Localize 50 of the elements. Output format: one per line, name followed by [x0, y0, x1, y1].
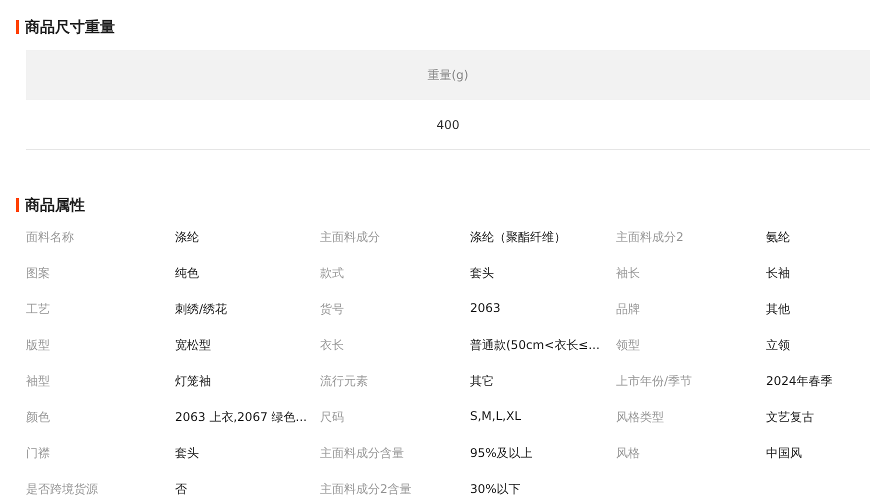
attribute-label: 衣长 [320, 337, 344, 354]
attribute-value: 2024年春季 [766, 373, 833, 390]
attribute-value: 30%以下 [470, 481, 521, 498]
attribute-label: 款式 [320, 265, 344, 282]
attribute-label: 面料名称 [26, 229, 74, 246]
attribute-label: 主面料成分2含量 [320, 481, 412, 498]
attribute-value: 95%及以上 [470, 445, 533, 462]
section-title: 商品尺寸重量 [25, 18, 115, 36]
attribute-label: 主面料成分2 [616, 229, 684, 246]
attribute-value: S,M,L,XL [470, 409, 522, 423]
attribute-value: 套头 [470, 265, 494, 282]
attribute-label: 图案 [26, 265, 50, 282]
attribute-value: 氨纶 [766, 229, 790, 246]
attribute-label: 风格 [616, 445, 640, 462]
attribute-value: 刺绣/绣花 [175, 301, 228, 318]
attribute-label: 颜色 [26, 409, 50, 426]
section-title: 商品属性 [25, 196, 85, 214]
attribute-label: 上市年份/季节 [616, 373, 692, 390]
attribute-value: 宽松型 [175, 337, 211, 354]
attribute-value: 其他 [766, 301, 790, 318]
attribute-value: 涤纶（聚酯纤维） [470, 229, 566, 246]
attribute-label: 主面料成分 [320, 229, 380, 246]
attribute-value: 立领 [766, 337, 790, 354]
attribute-value: 中国风 [766, 445, 802, 462]
attribute-label: 尺码 [320, 409, 344, 426]
attribute-label: 主面料成分含量 [320, 445, 404, 462]
attribute-value: 套头 [175, 445, 199, 462]
attribute-label: 版型 [26, 337, 50, 354]
attribute-value: 否 [175, 481, 187, 498]
table-header-cell: 重量(g) [26, 50, 870, 100]
attribute-label: 品牌 [616, 301, 640, 318]
attribute-value: 纯色 [175, 265, 199, 282]
table-cell: 400 [26, 100, 870, 150]
attribute-value: 其它 [470, 373, 494, 390]
attribute-value: 普通款(50cm<衣长≤... [470, 337, 600, 354]
attribute-value: 灯笼袖 [175, 373, 211, 390]
attribute-label: 领型 [616, 337, 640, 354]
attribute-label: 袖长 [616, 265, 640, 282]
attribute-label: 门襟 [26, 445, 50, 462]
attribute-value: 文艺复古 [766, 409, 814, 426]
attribute-label: 货号 [320, 301, 344, 318]
attribute-value: 2063 上衣,2067 绿色... [175, 409, 307, 426]
attribute-label: 风格类型 [616, 409, 664, 426]
attribute-value: 涤纶 [175, 229, 199, 246]
attribute-label: 流行元素 [320, 373, 368, 390]
attribute-label: 是否跨境货源 [26, 481, 98, 498]
attribute-value: 长袖 [766, 265, 790, 282]
attribute-value: 2063 [470, 301, 501, 315]
attribute-label: 工艺 [26, 301, 50, 318]
attribute-label: 袖型 [26, 373, 50, 390]
